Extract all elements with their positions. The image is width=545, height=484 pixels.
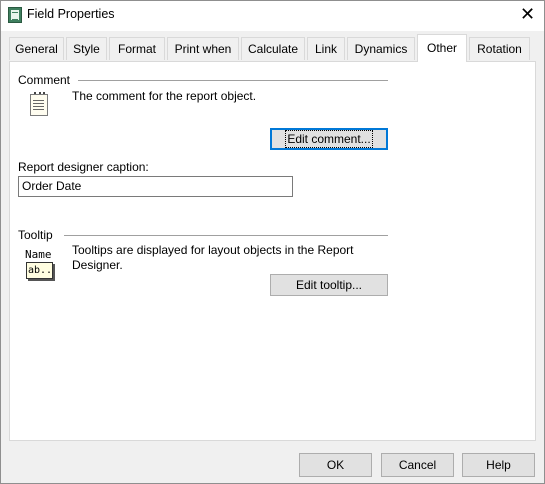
- tooltip-section-label: Tooltip: [18, 228, 53, 242]
- app-icon: [8, 7, 22, 23]
- tab-other[interactable]: Other: [417, 34, 467, 62]
- comment-section-label: Comment: [18, 73, 71, 87]
- caption-label: Report designer caption:: [18, 160, 149, 174]
- tab-strip: General Style Format Print when Calculat…: [9, 34, 536, 62]
- tab-rotation[interactable]: Rotation: [469, 37, 530, 60]
- comment-description: The comment for the report object.: [72, 89, 257, 103]
- tooltip-description-line1: Tooltips are displayed for layout object…: [72, 243, 354, 257]
- help-button[interactable]: Help: [462, 453, 535, 477]
- tab-dynamics[interactable]: Dynamics: [347, 37, 415, 60]
- tab-general[interactable]: General: [9, 37, 64, 60]
- title-bar: Field Properties ✕: [1, 1, 544, 31]
- close-icon[interactable]: ✕: [511, 1, 544, 31]
- edit-comment-label: Edit comment...: [285, 130, 373, 148]
- ok-button[interactable]: OK: [299, 453, 372, 477]
- field-properties-dialog: Field Properties ✕ General Style Format …: [0, 0, 545, 484]
- tab-style[interactable]: Style: [66, 37, 107, 60]
- tooltip-description-line2: Designer.: [72, 258, 123, 272]
- caption-input[interactable]: Order Date: [18, 176, 293, 197]
- tab-format[interactable]: Format: [109, 37, 165, 60]
- window-title: Field Properties: [27, 7, 115, 21]
- edit-comment-button[interactable]: Edit comment...: [270, 128, 388, 150]
- tooltip-divider: [64, 235, 388, 236]
- tab-link[interactable]: Link: [307, 37, 345, 60]
- comment-divider: [78, 80, 388, 81]
- edit-tooltip-button[interactable]: Edit tooltip...: [270, 274, 388, 296]
- cancel-button[interactable]: Cancel: [381, 453, 454, 477]
- tooltip-icon: ab..: [26, 262, 53, 279]
- tab-calculate[interactable]: Calculate: [241, 37, 305, 60]
- other-tab-panel: Comment The comment for the report objec…: [9, 61, 536, 441]
- notepad-icon: [30, 92, 48, 116]
- tab-print-when[interactable]: Print when: [167, 37, 239, 60]
- tooltip-icon-name: Name: [25, 248, 52, 261]
